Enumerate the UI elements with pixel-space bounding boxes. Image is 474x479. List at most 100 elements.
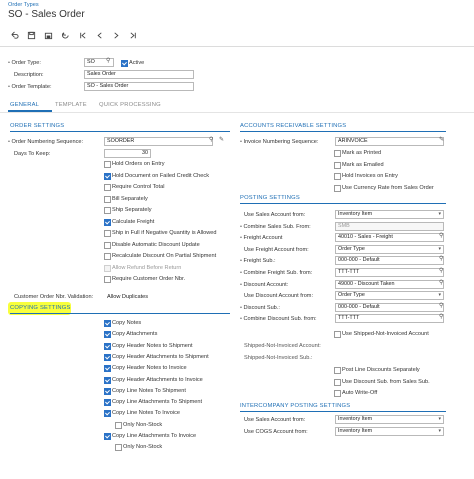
order-check-9-checkbox[interactable]: [104, 264, 111, 272]
intercompany-label-0: Use Sales Account from:: [244, 417, 306, 423]
undo-icon[interactable]: [6, 29, 23, 41]
order-check-2-label: Require Control Total: [112, 184, 165, 190]
posting-check-1-checkbox[interactable]: [334, 378, 341, 386]
posting-check-2-checkbox[interactable]: [334, 390, 341, 397]
copy-check-7-checkbox[interactable]: [104, 399, 111, 407]
edit-icon[interactable]: ✎: [439, 136, 444, 143]
copy-check-8-checkbox[interactable]: [104, 410, 111, 418]
posting-field-3[interactable]: Order Type: [335, 244, 444, 254]
order-check-10-label: Require Customer Order Nbr.: [112, 276, 186, 282]
order-template-input[interactable]: SO - Sales Order: [84, 82, 194, 91]
posting-field-1[interactable]: SMB: [335, 221, 444, 231]
order-check-3-label: Bill Separately: [112, 195, 148, 202]
last-icon[interactable]: [125, 29, 142, 41]
copy-check-11-checkbox[interactable]: [115, 444, 122, 452]
copy-check-4-checkbox[interactable]: [104, 365, 111, 373]
posting-field-6[interactable]: 49000 - Discount Taken: [335, 279, 444, 289]
search-icon[interactable]: ⚲: [439, 267, 443, 274]
search-icon[interactable]: ⚲: [439, 313, 443, 320]
search-icon[interactable]: ⚲: [439, 302, 443, 309]
description-input[interactable]: Sales Order: [84, 70, 194, 79]
copy-check-10-label: Copy Line Attachments To Invoice: [112, 433, 197, 439]
ar-check-2-checkbox[interactable]: [334, 173, 341, 180]
order-check-0-checkbox[interactable]: [104, 161, 111, 168]
ar-check-3-label: Use Currency Rate from Sales Order: [342, 184, 434, 191]
ar-check-0-checkbox[interactable]: [334, 150, 341, 157]
search-icon[interactable]: ⚲: [439, 255, 443, 262]
copy-check-6-checkbox[interactable]: [104, 387, 111, 395]
copy-check-4-label: Copy Header Notes to Invoice: [112, 365, 187, 372]
edit-icon[interactable]: ✎: [219, 136, 224, 143]
tab-general[interactable]: GENERAL: [10, 102, 39, 108]
order-check-10-checkbox[interactable]: [104, 276, 111, 283]
intercompany-field-1[interactable]: Inventory Item: [335, 426, 444, 436]
breadcrumb[interactable]: Order Types: [8, 2, 39, 8]
next-icon[interactable]: [108, 29, 125, 41]
ar-check-0-label: Mark as Printed: [342, 150, 382, 156]
days-to-keep-input[interactable]: 30: [104, 149, 151, 158]
posting-label-7: Use Discount Account from:: [244, 293, 314, 300]
order-check-5-label: Calculate Freight: [112, 218, 155, 225]
ar-settings-title: ACCOUNTS RECEIVABLE SETTINGS: [240, 123, 347, 129]
search-icon[interactable]: ⚲: [439, 232, 443, 239]
ar-check-1-checkbox[interactable]: [334, 161, 341, 169]
order-settings-title: ORDER SETTINGS: [10, 123, 65, 129]
posting-field-2[interactable]: 40010 - Sales - Freight: [335, 233, 444, 243]
prev-icon[interactable]: [91, 29, 108, 41]
save-icon[interactable]: [23, 29, 40, 41]
posting-field-7[interactable]: Order Type: [335, 291, 444, 301]
page-title: SO - Sales Order: [8, 9, 85, 20]
posting-field-9[interactable]: TTT-TTT: [335, 314, 444, 324]
copy-check-0-label: Copy Notes: [112, 320, 142, 326]
copy-check-3-checkbox[interactable]: [104, 353, 111, 361]
cancel-icon[interactable]: [57, 29, 74, 41]
order-check-5-checkbox[interactable]: [104, 218, 111, 226]
tab-template[interactable]: TEMPLATE: [55, 102, 87, 108]
posting-check-0-checkbox[interactable]: [334, 367, 341, 374]
first-icon[interactable]: [74, 29, 91, 41]
ar-check-2-label: Hold Invoices on Entry: [342, 173, 398, 179]
active-checkbox[interactable]: [121, 60, 128, 67]
tab-quick-processing[interactable]: QUICK PROCESSING: [99, 102, 161, 108]
posting-field-5[interactable]: TTT-TTT: [335, 268, 444, 277]
posting-label-4: Freight Sub.:: [240, 258, 276, 264]
order-check-6-checkbox[interactable]: [104, 230, 111, 237]
copy-icon[interactable]: [40, 29, 57, 41]
order-check-2-checkbox[interactable]: [104, 184, 111, 191]
copy-check-5-checkbox[interactable]: [104, 376, 111, 384]
order-check-4-checkbox[interactable]: [104, 207, 111, 214]
customer-order-validation-value[interactable]: Allow Duplicates: [107, 294, 148, 300]
order-check-7-checkbox[interactable]: [104, 241, 111, 249]
ar-check-3-checkbox[interactable]: [334, 184, 341, 192]
active-label: Active: [129, 60, 145, 66]
order-check-3-checkbox[interactable]: [104, 195, 111, 203]
order-check-0-label: Hold Orders on Entry: [112, 161, 165, 167]
posting-field-4[interactable]: 000-000 - Default: [335, 256, 444, 266]
copy-check-0-checkbox[interactable]: [104, 320, 111, 327]
invoice-numbering-input[interactable]: ARINVOICE: [335, 137, 444, 146]
tab-divider: [0, 112, 474, 113]
intercompany-field-0[interactable]: Inventory Item: [335, 415, 444, 424]
copy-check-9-checkbox[interactable]: [115, 421, 122, 429]
shipped-not-invoiced-checkbox[interactable]: [334, 331, 341, 338]
search-icon[interactable]: ⚲: [106, 57, 110, 64]
posting-field-8[interactable]: 000-000 - Default: [335, 302, 444, 312]
shipped-sub-label: Shipped-Not-Invoiced Sub.:: [244, 355, 313, 361]
posting-label-9: Combine Discount Sub. from:: [240, 316, 317, 322]
order-check-1-checkbox[interactable]: [104, 172, 111, 180]
copy-check-1-checkbox[interactable]: [104, 331, 111, 339]
search-icon[interactable]: ⚲: [209, 136, 213, 143]
posting-label-6: Discount Account:: [240, 282, 289, 288]
order-numbering-input[interactable]: SOORDER: [104, 137, 213, 146]
order-numbering-label: Order Numbering Sequence:: [8, 139, 84, 145]
copying-settings-line: [10, 313, 230, 314]
order-type-label: Order Type:: [8, 60, 41, 66]
order-check-8-checkbox[interactable]: [104, 253, 111, 260]
copy-check-8-label: Copy Line Notes To Invoice: [112, 410, 180, 417]
order-template-label: Order Template:: [8, 84, 52, 90]
copy-check-10-checkbox[interactable]: [104, 433, 111, 440]
posting-settings-title: POSTING SETTINGS: [240, 195, 300, 201]
copy-check-2-checkbox[interactable]: [104, 342, 111, 350]
posting-field-0[interactable]: Inventory Item: [335, 210, 444, 219]
search-icon[interactable]: ⚲: [439, 279, 443, 286]
